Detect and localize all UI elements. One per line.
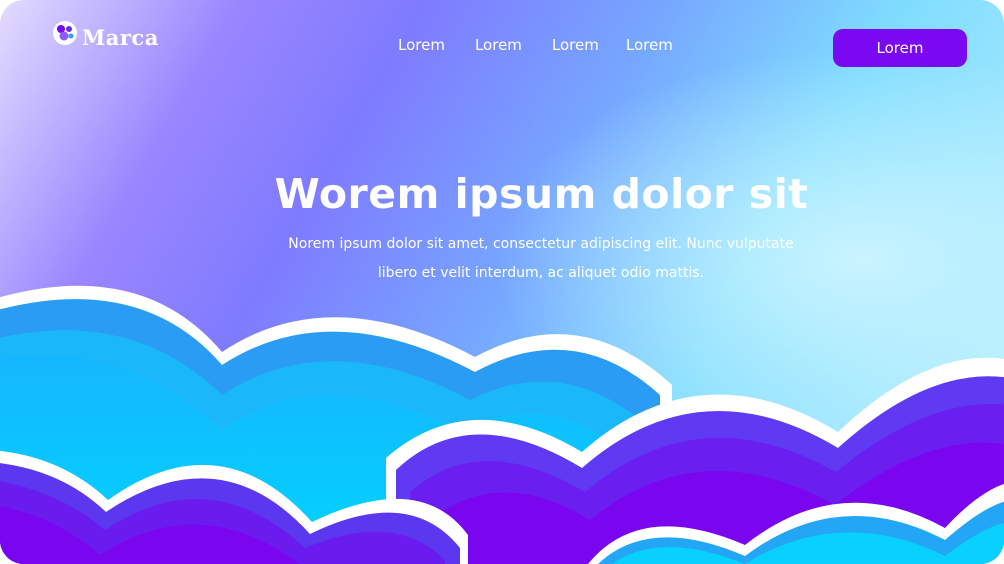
landing-page: Marca Lorem Lorem Lorem Lorem Lorem Wore… (0, 0, 1004, 564)
nav-item-1[interactable]: Lorem (398, 36, 445, 54)
cta-button[interactable]: Lorem (833, 29, 967, 67)
main-nav: Lorem Lorem Lorem Lorem (398, 36, 673, 54)
nav-item-2[interactable]: Lorem (475, 36, 522, 54)
bubbles-logo-icon (53, 20, 77, 45)
brand-logo[interactable]: Marca (52, 15, 159, 50)
nav-item-4[interactable]: Lorem (626, 36, 673, 54)
brand-name: Marca (82, 25, 159, 50)
hero-subtitle: Norem ipsum dolor sit amet, consectetur … (288, 236, 794, 281)
nav-item-3[interactable]: Lorem (552, 36, 599, 54)
hero-title: Worem ipsum dolor sit (274, 170, 809, 218)
